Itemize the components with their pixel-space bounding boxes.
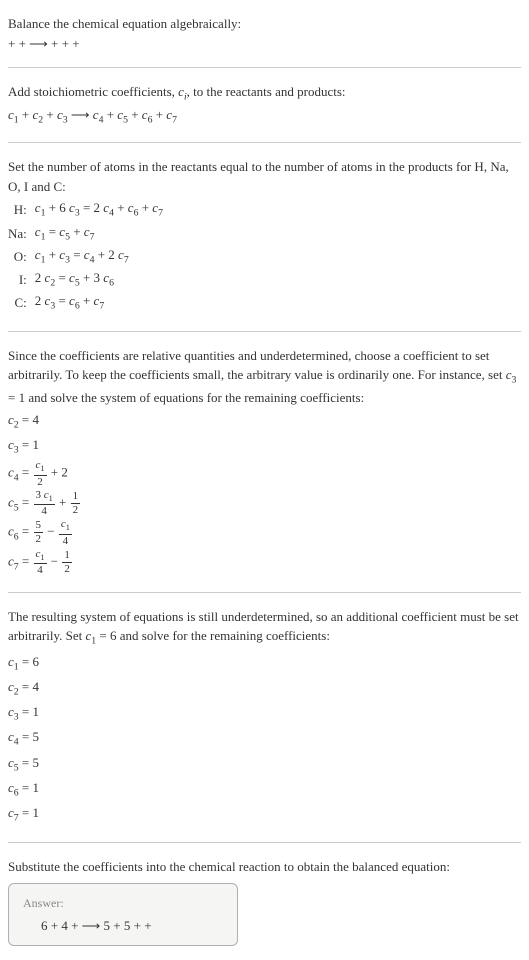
answer-label: Answer:	[23, 894, 223, 912]
atom-row: Na: c1 = c5 + c7	[8, 222, 163, 245]
divider	[8, 142, 521, 143]
atoms-equations: H: c1 + 6 c3 = 2 c4 + c6 + c7 Na: c1 = c…	[8, 198, 163, 314]
atom-row: O: c1 + c3 = c4 + 2 c7	[8, 245, 163, 268]
coeff-line: c7 = 1	[8, 803, 521, 826]
coeff-line: c5 = 3 c14 + 12	[8, 490, 521, 517]
under1-section: Since the coefficients are relative quan…	[8, 340, 521, 584]
coeff-line: c2 = 4	[8, 677, 521, 700]
atom-label: O:	[8, 245, 35, 268]
stoich-text: Add stoichiometric coefficients, ci, to …	[8, 82, 521, 105]
coeff-line: c1 = 6	[8, 652, 521, 675]
under2-text: The resulting system of equations is sti…	[8, 607, 521, 650]
atoms-section: Set the number of atoms in the reactants…	[8, 151, 521, 322]
coeff-line: c5 = 5	[8, 753, 521, 776]
final-section: Substitute the coefficients into the che…	[8, 851, 521, 952]
final-text: Substitute the coefficients into the che…	[8, 857, 521, 877]
atom-label: H:	[8, 198, 35, 221]
coeff-line: c4 = c12 + 2	[8, 460, 521, 487]
under1-text: Since the coefficients are relative quan…	[8, 346, 521, 408]
coeff-line: c6 = 52 − c14	[8, 519, 521, 546]
atom-eq: c1 + c3 = c4 + 2 c7	[35, 245, 163, 268]
atom-eq: 2 c3 = c6 + c7	[35, 291, 163, 314]
atom-eq: c1 + 6 c3 = 2 c4 + c6 + c7	[35, 198, 163, 221]
atoms-text: Set the number of atoms in the reactants…	[8, 157, 521, 196]
coeff-line: c3 = 1	[8, 435, 521, 458]
intro-section: Balance the chemical equation algebraica…	[8, 8, 521, 59]
intro-line2: + + ⟶ + + +	[8, 34, 521, 54]
stoich-eq: c1 + c2 + c3 ⟶ c4 + c5 + c6 + c7	[8, 105, 521, 128]
coeff-line: c6 = 1	[8, 778, 521, 801]
stoich-section: Add stoichiometric coefficients, ci, to …	[8, 76, 521, 134]
coeff-line: c2 = 4	[8, 410, 521, 433]
coeff-list: c2 = 4 c3 = 1 c4 = c12 + 2 c5 = 3 c14 + …	[8, 410, 521, 576]
atom-row: H: c1 + 6 c3 = 2 c4 + c6 + c7	[8, 198, 163, 221]
answer-eq: 6 + 4 + ⟶ 5 + 5 + +	[23, 916, 223, 936]
atom-row: I: 2 c2 = c5 + 3 c6	[8, 268, 163, 291]
atom-label: C:	[8, 291, 35, 314]
divider	[8, 67, 521, 68]
divider	[8, 592, 521, 593]
under2-section: The resulting system of equations is sti…	[8, 601, 521, 834]
atom-eq: 2 c2 = c5 + 3 c6	[35, 268, 163, 291]
coeff-line: c4 = 5	[8, 727, 521, 750]
divider	[8, 331, 521, 332]
answer-box: Answer: 6 + 4 + ⟶ 5 + 5 + +	[8, 883, 238, 947]
atom-row: C: 2 c3 = c6 + c7	[8, 291, 163, 314]
atom-label: Na:	[8, 222, 35, 245]
coeff-line: c7 = c14 − 12	[8, 549, 521, 576]
coeff-list-2: c1 = 6 c2 = 4 c3 = 1 c4 = 5 c5 = 5 c6 = …	[8, 652, 521, 827]
atom-eq: c1 = c5 + c7	[35, 222, 163, 245]
divider	[8, 842, 521, 843]
atom-label: I:	[8, 268, 35, 291]
intro-line1: Balance the chemical equation algebraica…	[8, 14, 521, 34]
coeff-line: c3 = 1	[8, 702, 521, 725]
